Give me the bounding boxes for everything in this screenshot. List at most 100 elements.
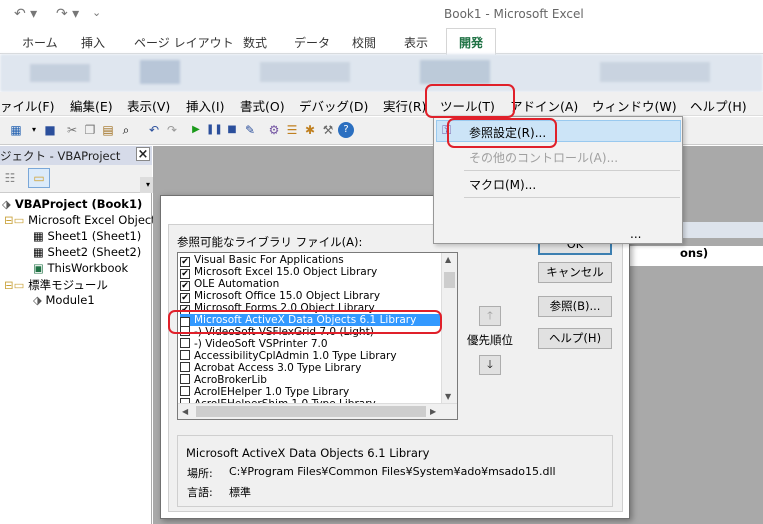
library-row[interactable]: ✔ Microsoft Office 15.0 Object Library bbox=[180, 290, 442, 303]
tree-node-standard-modules[interactable]: ⊟▭ 標準モジュール bbox=[4, 277, 108, 293]
priority-up-button[interactable]: 🡑 bbox=[479, 306, 501, 326]
browse-button[interactable]: 参照(B)... bbox=[538, 296, 612, 317]
tree-node-sheet2[interactable]: ▦ Sheet2 (Sheet2) bbox=[33, 245, 141, 259]
priority-down-button[interactable]: 🡓 bbox=[479, 355, 501, 375]
cancel-button[interactable]: キャンセル bbox=[538, 262, 612, 283]
library-name: AcroBrokerLib bbox=[194, 374, 267, 386]
properties-icon[interactable]: ☰ bbox=[284, 122, 300, 138]
redo-icon[interactable]: ↷ ▾ bbox=[56, 6, 79, 22]
menu-item-more-controls[interactable]: その他のコントロール(A)... bbox=[469, 149, 618, 166]
scroll-up-icon[interactable]: ▲ bbox=[445, 255, 451, 264]
folder-icon: ⊟▭ bbox=[4, 278, 29, 292]
vertical-scrollbar[interactable]: ▲ ▼ bbox=[441, 253, 457, 404]
project-explorer-icon[interactable]: ⚙ bbox=[266, 122, 282, 138]
toggle-folders-icon[interactable]: ▭ bbox=[28, 168, 50, 188]
dropdown-icon[interactable]: ▾ bbox=[26, 122, 42, 138]
menu-format[interactable]: 書式(O) bbox=[240, 96, 285, 115]
library-list-label: 参照可能なライブラリ ファイル(A): bbox=[177, 235, 363, 249]
project-icon: ⬗ bbox=[2, 197, 15, 211]
view-excel-icon[interactable]: ▦ bbox=[8, 122, 24, 138]
library-checkbox[interactable] bbox=[180, 386, 190, 396]
qat-customize-icon[interactable]: ⌄ bbox=[92, 6, 101, 19]
library-name: AccessibilityCplAdmin 1.0 Type Library bbox=[194, 350, 397, 362]
tab-review[interactable]: 校閲 bbox=[352, 34, 376, 51]
menu-item-options-fragment[interactable]: ... bbox=[630, 227, 641, 241]
close-icon[interactable]: × bbox=[136, 147, 150, 162]
library-name: OLE Automation bbox=[194, 278, 280, 290]
tree-node-thisworkbook[interactable]: ▣ ThisWorkbook bbox=[33, 261, 128, 275]
horizontal-scrollbar[interactable]: ◀ ▶ bbox=[178, 403, 457, 419]
stop-icon[interactable]: ■ bbox=[224, 122, 240, 138]
library-row[interactable]: ✔ OLE Automation bbox=[180, 278, 442, 291]
undo-icon[interactable]: ↶ ▾ bbox=[14, 6, 37, 22]
library-row[interactable]: AcroIEHelper 1.0 Type Library bbox=[180, 386, 442, 398]
menu-separator bbox=[464, 170, 680, 171]
object-browser-icon[interactable]: ✱ bbox=[302, 122, 318, 138]
tree-node-excel-objects[interactable]: ⊟▭ Microsoft Excel Object bbox=[4, 213, 156, 227]
module-icon: ⬗ bbox=[33, 293, 46, 307]
menu-view[interactable]: 表示(V) bbox=[127, 96, 170, 115]
undo-code-icon[interactable]: ↶ bbox=[146, 122, 162, 138]
scroll-thumb[interactable] bbox=[444, 272, 455, 288]
annotation-selected-library bbox=[168, 310, 442, 334]
tree-node-sheet1[interactable]: ▦ Sheet1 (Sheet1) bbox=[33, 229, 141, 243]
menu-debug[interactable]: デバッグ(D) bbox=[299, 96, 368, 115]
library-checkbox[interactable] bbox=[180, 362, 190, 372]
redo-code-icon[interactable]: ↷ bbox=[164, 122, 180, 138]
toolbox-icon[interactable]: ⚒ bbox=[320, 122, 336, 138]
menu-edit[interactable]: 編集(E) bbox=[70, 96, 113, 115]
tab-data[interactable]: データ bbox=[294, 34, 330, 51]
find-icon[interactable]: ⌕ bbox=[118, 122, 134, 138]
save-icon[interactable]: ■ bbox=[42, 122, 58, 138]
ribbon-tabs: ホーム 挿入 ページ レイアウト 数式 データ 校閲 表示 開発 bbox=[0, 28, 763, 55]
library-list[interactable]: ✔ Visual Basic For Applications ✔ Microsoft… bbox=[177, 252, 458, 420]
scroll-down-icon[interactable]: ▼ bbox=[445, 392, 451, 401]
tab-home[interactable]: ホーム bbox=[22, 34, 58, 51]
tab-insert[interactable]: 挿入 bbox=[81, 34, 105, 51]
tree-node-vbaproject[interactable]: ⬗ VBAProject (Book1) bbox=[2, 197, 142, 211]
copy-icon[interactable]: ❐ bbox=[82, 122, 98, 138]
scroll-left-icon[interactable]: ◀ bbox=[182, 407, 188, 416]
tree-label: Sheet1 (Sheet1) bbox=[47, 229, 142, 243]
library-checkbox[interactable] bbox=[180, 374, 190, 384]
ribbon-body-blurred bbox=[0, 54, 763, 92]
arrow-up-icon: 🡑 bbox=[487, 309, 493, 322]
library-name: Microsoft Excel 15.0 Object Library bbox=[194, 266, 378, 278]
menu-file[interactable]: ァイル(F) bbox=[0, 96, 54, 115]
cut-icon[interactable]: ✂ bbox=[64, 122, 80, 138]
library-checkbox[interactable] bbox=[180, 350, 190, 360]
menu-window[interactable]: ウィンドウ(W) bbox=[592, 96, 677, 115]
tree-node-module1[interactable]: ⬗ Module1 bbox=[33, 293, 95, 307]
dialog-content: 参照可能なライブラリ ファイル(A): ✔ Visual Basic For Ap… bbox=[168, 224, 623, 512]
menu-addins[interactable]: アドイン(A) bbox=[510, 96, 578, 115]
project-tree: ⬗ VBAProject (Book1) ⊟▭ Microsoft Excel … bbox=[0, 193, 156, 524]
right-fragment: ons) bbox=[630, 246, 763, 266]
help-icon[interactable]: ? bbox=[338, 122, 354, 138]
tab-view[interactable]: 表示 bbox=[404, 34, 428, 51]
view-code-icon[interactable]: ☷ bbox=[2, 170, 18, 186]
library-row[interactable]: AccessibilityCplAdmin 1.0 Type Library bbox=[180, 350, 442, 362]
design-mode-icon[interactable]: ✎ bbox=[242, 122, 258, 138]
library-row[interactable]: AcroBrokerLib bbox=[180, 374, 442, 386]
library-row[interactable]: ✔ Microsoft Excel 15.0 Object Library bbox=[180, 266, 442, 279]
menu-item-macros[interactable]: マクロ(M)... bbox=[469, 176, 536, 193]
tree-label: 標準モジュール bbox=[28, 278, 108, 292]
help-button[interactable]: ヘルプ(H) bbox=[538, 328, 612, 349]
excel-title-bar: ↶ ▾ ↷ ▾ ⌄ Book1 - Microsoft Excel bbox=[0, 0, 763, 28]
pause-icon[interactable]: ❚❚ bbox=[206, 122, 223, 138]
menu-run[interactable]: 実行(R) bbox=[383, 96, 426, 115]
library-row[interactable]: ✔ Visual Basic For Applications bbox=[180, 254, 442, 267]
tab-developer[interactable]: 開発 bbox=[446, 28, 497, 55]
menu-insert[interactable]: 挿入(I) bbox=[186, 96, 224, 115]
tab-formulas[interactable]: 数式 bbox=[243, 34, 267, 51]
library-row[interactable]: -) VideoSoft VSPrinter 7.0 bbox=[180, 338, 442, 350]
scroll-right-icon[interactable]: ▶ bbox=[430, 407, 436, 416]
run-icon[interactable]: ▶ bbox=[188, 122, 204, 138]
library-row[interactable]: Acrobat Access 3.0 Type Library bbox=[180, 362, 442, 374]
tree-label: Module1 bbox=[45, 293, 95, 307]
paste-icon[interactable]: ▤ bbox=[100, 122, 116, 138]
hscroll-thumb[interactable] bbox=[196, 406, 426, 417]
tab-page-layout[interactable]: ページ レイアウト bbox=[134, 34, 234, 51]
library-checkbox[interactable] bbox=[180, 338, 190, 348]
menu-help[interactable]: ヘルプ(H) bbox=[690, 96, 747, 115]
